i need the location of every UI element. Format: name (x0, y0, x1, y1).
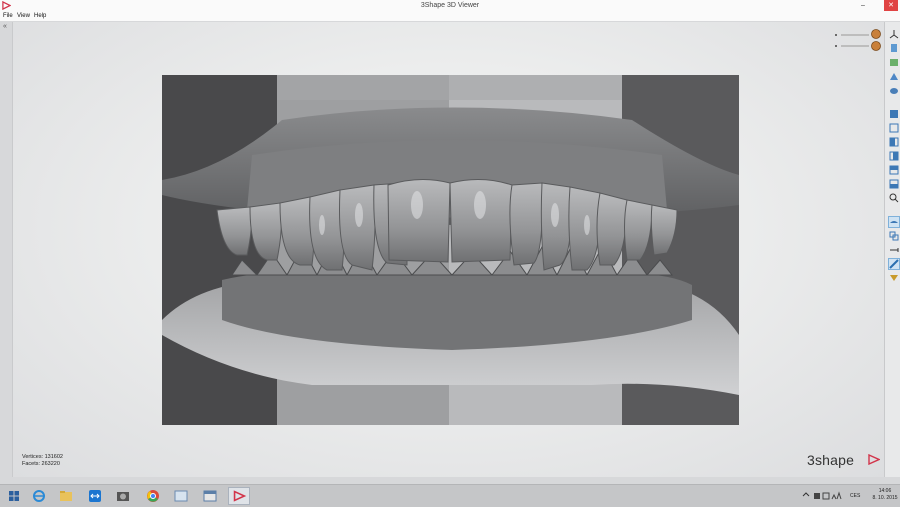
view-bottom-icon[interactable] (888, 178, 900, 190)
scan-icon[interactable] (888, 84, 900, 96)
view-front-icon[interactable] (888, 108, 900, 120)
facets-count: Facets: 263220 (22, 461, 60, 467)
screenshot-icon[interactable] (888, 56, 900, 68)
menu-help[interactable]: Help (34, 11, 46, 21)
minimize-button[interactable]: – (856, 0, 870, 11)
viewer-icon[interactable] (170, 487, 192, 505)
3shape-triangle-logo (868, 454, 880, 465)
dental-model-render (162, 75, 739, 425)
mesh-stats: Vertices: 131602 Facets: 263220 (22, 454, 63, 468)
measure-icon[interactable] (888, 70, 900, 82)
transparency-icon[interactable] (888, 216, 900, 228)
brand-logo-text: 3shape (807, 452, 855, 468)
start-icon[interactable] (3, 487, 25, 505)
explorer-icon[interactable] (55, 487, 77, 505)
camera-icon[interactable] (112, 487, 134, 505)
view-right-icon[interactable] (888, 150, 900, 162)
3d-viewport[interactable]: Vertices: 131602 Facets: 263220 3shape (12, 22, 885, 477)
vertices-count: Vertices: 131602 (22, 454, 63, 460)
clock-date: 8. 10. 2015 (872, 495, 898, 501)
menu-bar: File View Help (0, 11, 900, 21)
light-2-slider-handle[interactable] (871, 41, 881, 51)
menu-view[interactable]: View (17, 11, 30, 21)
zoom-fit-icon[interactable] (888, 192, 900, 204)
teamviewer-icon[interactable] (84, 487, 106, 505)
clock[interactable]: 14:06 8. 10. 2015 (870, 488, 900, 502)
app-icon[interactable] (199, 487, 221, 505)
chrome-icon[interactable] (142, 487, 164, 505)
view-left-icon[interactable] (888, 136, 900, 148)
taskbar: CES 14:06 8. 10. 2015 (0, 484, 900, 507)
occlusion-icon[interactable] (888, 258, 900, 270)
clip-icon[interactable] (888, 42, 900, 54)
ie-icon[interactable] (28, 487, 50, 505)
right-toolbar (884, 22, 900, 477)
lighting-controls (833, 29, 883, 53)
3shape-icon[interactable] (228, 487, 250, 505)
panel-collapse-button[interactable]: « (3, 23, 10, 31)
language-indicator[interactable]: CES (850, 485, 860, 507)
clock-time: 14:06 (878, 488, 892, 494)
section-icon[interactable] (888, 244, 900, 256)
axes-icon[interactable] (888, 28, 900, 40)
menu-file[interactable]: File (3, 11, 13, 21)
light-1-slider-handle[interactable] (871, 29, 881, 39)
bite-icon[interactable] (888, 230, 900, 242)
window-title: 3Shape 3D Viewer (420, 2, 480, 9)
view-top-icon[interactable] (888, 164, 900, 176)
layer-icon[interactable] (888, 272, 900, 284)
close-button[interactable]: ✕ (884, 0, 898, 11)
view-back-icon[interactable] (888, 122, 900, 134)
